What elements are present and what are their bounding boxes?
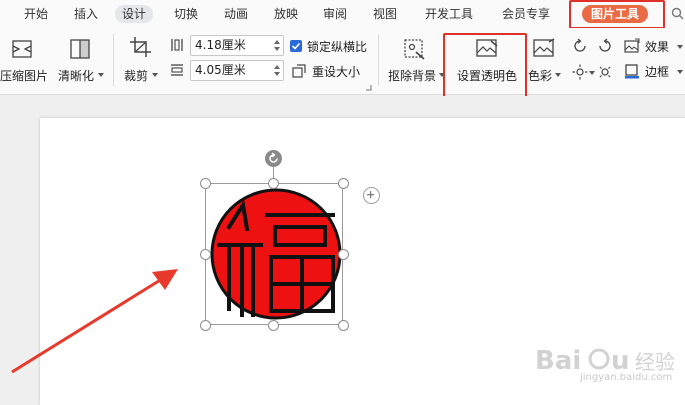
resize-handle-top-right[interactable] [338, 178, 349, 189]
search-icon[interactable] [671, 7, 684, 20]
crop-button[interactable]: 裁剪 [120, 28, 164, 92]
reset-size-icon [292, 64, 306, 78]
remove-background-label: 抠除背景 [388, 69, 437, 83]
crop-label: 裁剪 [124, 69, 149, 83]
sharpen-label: 清晰化 [58, 69, 95, 83]
watermark-url: jingyan.baidu.com [580, 372, 673, 383]
reset-size-label: 重设大小 [312, 65, 361, 79]
picture-tools-ribbon: 压缩图片 清晰化 裁剪 4.18厘米 4.05厘米 锁定纵横比 重设大小 抠除背… [0, 28, 685, 95]
ribbon-separator [378, 34, 379, 86]
resize-handle-bottom-left[interactable] [200, 320, 211, 331]
quick-add-button[interactable] [363, 187, 380, 204]
rotate-left-icon[interactable] [572, 38, 588, 54]
set-transparent-color-label: 设置透明色 [457, 69, 518, 83]
shape-height-icon [171, 64, 183, 76]
resize-handle-bottom[interactable] [268, 320, 279, 331]
set-transparent-color-icon [476, 39, 498, 57]
tab-design[interactable]: 设计 [115, 5, 154, 23]
crop-icon [130, 37, 151, 57]
height-field[interactable]: 4.05厘米 [190, 60, 284, 81]
compress-image-label: 压缩图片 [0, 69, 49, 83]
set-transparent-color-button[interactable]: 设置透明色 [452, 28, 522, 92]
border-icon [625, 64, 639, 79]
sharpen-icon [70, 39, 90, 59]
resize-handle-bottom-right[interactable] [338, 320, 349, 331]
svg-text:Bai: Bai [535, 346, 581, 376]
wps-presentation-window: 开始 插入 设计 切换 动画 放映 审阅 视图 开发工具 会员专享 图片工具 压… [0, 0, 685, 405]
tab-view[interactable]: 视图 [373, 5, 397, 23]
effects-label: 效果 [645, 40, 670, 54]
color-label: 色彩 [528, 69, 553, 83]
tab-devtools[interactable]: 开发工具 [425, 5, 473, 23]
reset-size-button[interactable]: 重设大小 [290, 62, 370, 80]
increase-brightness-icon[interactable] [572, 64, 588, 80]
border-button[interactable]: 边框 [624, 62, 684, 80]
width-field[interactable]: 4.18厘米 [190, 35, 284, 56]
lock-aspect-ratio-checkbox[interactable]: 锁定纵横比 [290, 37, 374, 55]
tab-animation[interactable]: 动画 [224, 5, 248, 23]
baidu-jingyan-watermark-logo: Bai u 经验 [535, 346, 675, 376]
remove-background-icon [404, 39, 425, 60]
compress-image-button[interactable]: 压缩图片 [0, 28, 50, 92]
svg-text:经验: 经验 [635, 350, 675, 374]
resize-handle-left[interactable] [200, 249, 211, 260]
border-caret-icon [677, 70, 683, 74]
effects-button[interactable]: 效果 [624, 37, 684, 55]
effects-caret-icon [677, 45, 683, 49]
remove-background-caret-icon [439, 73, 445, 77]
rotate-handle-icon[interactable] [265, 150, 282, 167]
resize-handle-right[interactable] [338, 249, 349, 260]
color-button[interactable]: 色彩 [526, 28, 566, 92]
height-increase-icon[interactable] [274, 65, 280, 69]
lock-aspect-ratio-label: 锁定纵横比 [307, 40, 368, 54]
tab-transition[interactable]: 切换 [174, 5, 198, 23]
crop-caret-icon [152, 73, 158, 77]
sharpen-caret-icon [98, 73, 104, 77]
tab-insert[interactable]: 插入 [74, 5, 98, 23]
tab-review[interactable]: 审阅 [323, 5, 347, 23]
decrease-brightness-icon[interactable] [597, 64, 613, 80]
color-icon [533, 38, 555, 57]
effects-icon [624, 38, 640, 53]
resize-handle-top-left[interactable] [200, 178, 211, 189]
shape-width-icon [171, 39, 183, 51]
width-increase-icon[interactable] [274, 40, 280, 44]
compress-image-icon [12, 40, 32, 58]
height-decrease-icon[interactable] [274, 72, 280, 76]
resize-handle-top[interactable] [268, 178, 279, 189]
rotate-right-icon[interactable] [597, 38, 613, 54]
brightness-caret-icon [589, 71, 595, 75]
width-value: 4.18厘米 [195, 38, 246, 52]
size-dialog-launcher-icon[interactable] [366, 85, 372, 91]
fu-character-image[interactable]: 福 [209, 187, 343, 321]
tab-member[interactable]: 会员专享 [502, 5, 550, 23]
tab-picture-tools[interactable]: 图片工具 [582, 5, 649, 23]
tab-slideshow[interactable]: 放映 [274, 5, 298, 23]
remove-background-button[interactable]: 抠除背景 [384, 28, 445, 92]
ribbon-tab-bar: 开始 插入 设计 切换 动画 放映 审阅 视图 开发工具 会员专享 图片工具 [0, 0, 685, 28]
annotation-arrow-icon [11, 269, 178, 374]
color-caret-icon [555, 73, 561, 77]
checkbox-checked-icon [290, 40, 302, 52]
width-decrease-icon[interactable] [274, 47, 280, 51]
ribbon-separator [113, 34, 114, 86]
sharpen-button[interactable]: 清晰化 [54, 28, 106, 92]
tab-home[interactable]: 开始 [24, 5, 48, 23]
border-label: 边框 [645, 65, 670, 79]
height-value: 4.05厘米 [195, 63, 246, 77]
plus-icon [367, 191, 375, 199]
